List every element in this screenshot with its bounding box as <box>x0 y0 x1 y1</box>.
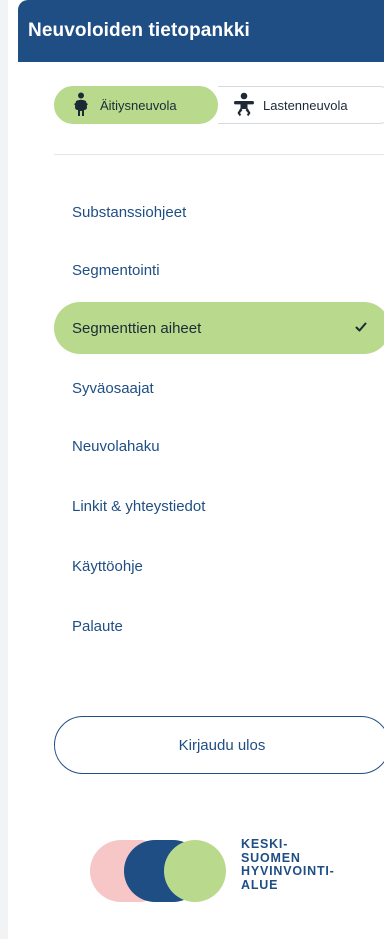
nav-item-label: Käyttöohje <box>72 557 143 575</box>
pregnant-person-icon <box>70 92 92 118</box>
toggle-child-label: Lastenneuvola <box>263 97 348 113</box>
nav-item-label: Linkit & yhteystiedot <box>72 497 206 515</box>
baby-icon <box>233 92 255 118</box>
clinic-toggle: Äitiysneuvola Lastenneuvola <box>54 86 384 128</box>
logo-mark <box>90 840 226 902</box>
toggle-child-clinic[interactable]: Lastenneuvola <box>218 86 384 124</box>
panel-header: Neuvoloiden tietopankki <box>18 0 384 62</box>
nav-item-clinic-search[interactable]: Neuvolahaku <box>54 420 384 472</box>
nav-item-label: Segmenttien aiheet <box>72 319 202 337</box>
nav-item-substance-guides[interactable]: Substanssiohjeet <box>54 186 384 238</box>
nav-item-feedback[interactable]: Palaute <box>54 600 384 652</box>
nav-item-label: Palaute <box>72 617 123 635</box>
page-title: Neuvoloiden tietopankki <box>28 20 250 41</box>
toggle-maternity-clinic[interactable]: Äitiysneuvola <box>54 86 218 124</box>
left-edge <box>0 0 8 939</box>
nav-item-segment-topics[interactable]: Segmenttien aiheet <box>54 302 384 354</box>
divider <box>54 154 384 155</box>
nav-item-user-guide[interactable]: Käyttöohje <box>54 540 384 592</box>
logout-label: Kirjaudu ulos <box>178 736 266 754</box>
logo-wordmark: KESKI- SUOMEN HYVINVOINTI- ALUE <box>241 837 335 892</box>
app-shell: Neuvoloiden tietopankki Äitiysneuvola La… <box>0 0 384 939</box>
nav-item-segmentation[interactable]: Segmentointi <box>54 244 384 296</box>
side-panel: Neuvoloiden tietopankki Äitiysneuvola La… <box>8 0 384 939</box>
nav-item-label: Segmentointi <box>72 261 160 279</box>
nav-item-specialists[interactable]: Syväosaajat <box>54 362 384 414</box>
organization-logo: KESKI- SUOMEN HYVINVOINTI- ALUE <box>86 836 346 906</box>
nav-item-label: Substanssiohjeet <box>72 203 187 221</box>
nav-item-label: Syväosaajat <box>72 379 154 397</box>
toggle-maternity-label: Äitiysneuvola <box>100 97 177 113</box>
logout-button[interactable]: Kirjaudu ulos <box>54 716 384 774</box>
checkmark-icon <box>354 320 368 334</box>
nav-item-links-contacts[interactable]: Linkit & yhteystiedot <box>54 480 384 532</box>
nav-item-label: Neuvolahaku <box>72 437 160 455</box>
